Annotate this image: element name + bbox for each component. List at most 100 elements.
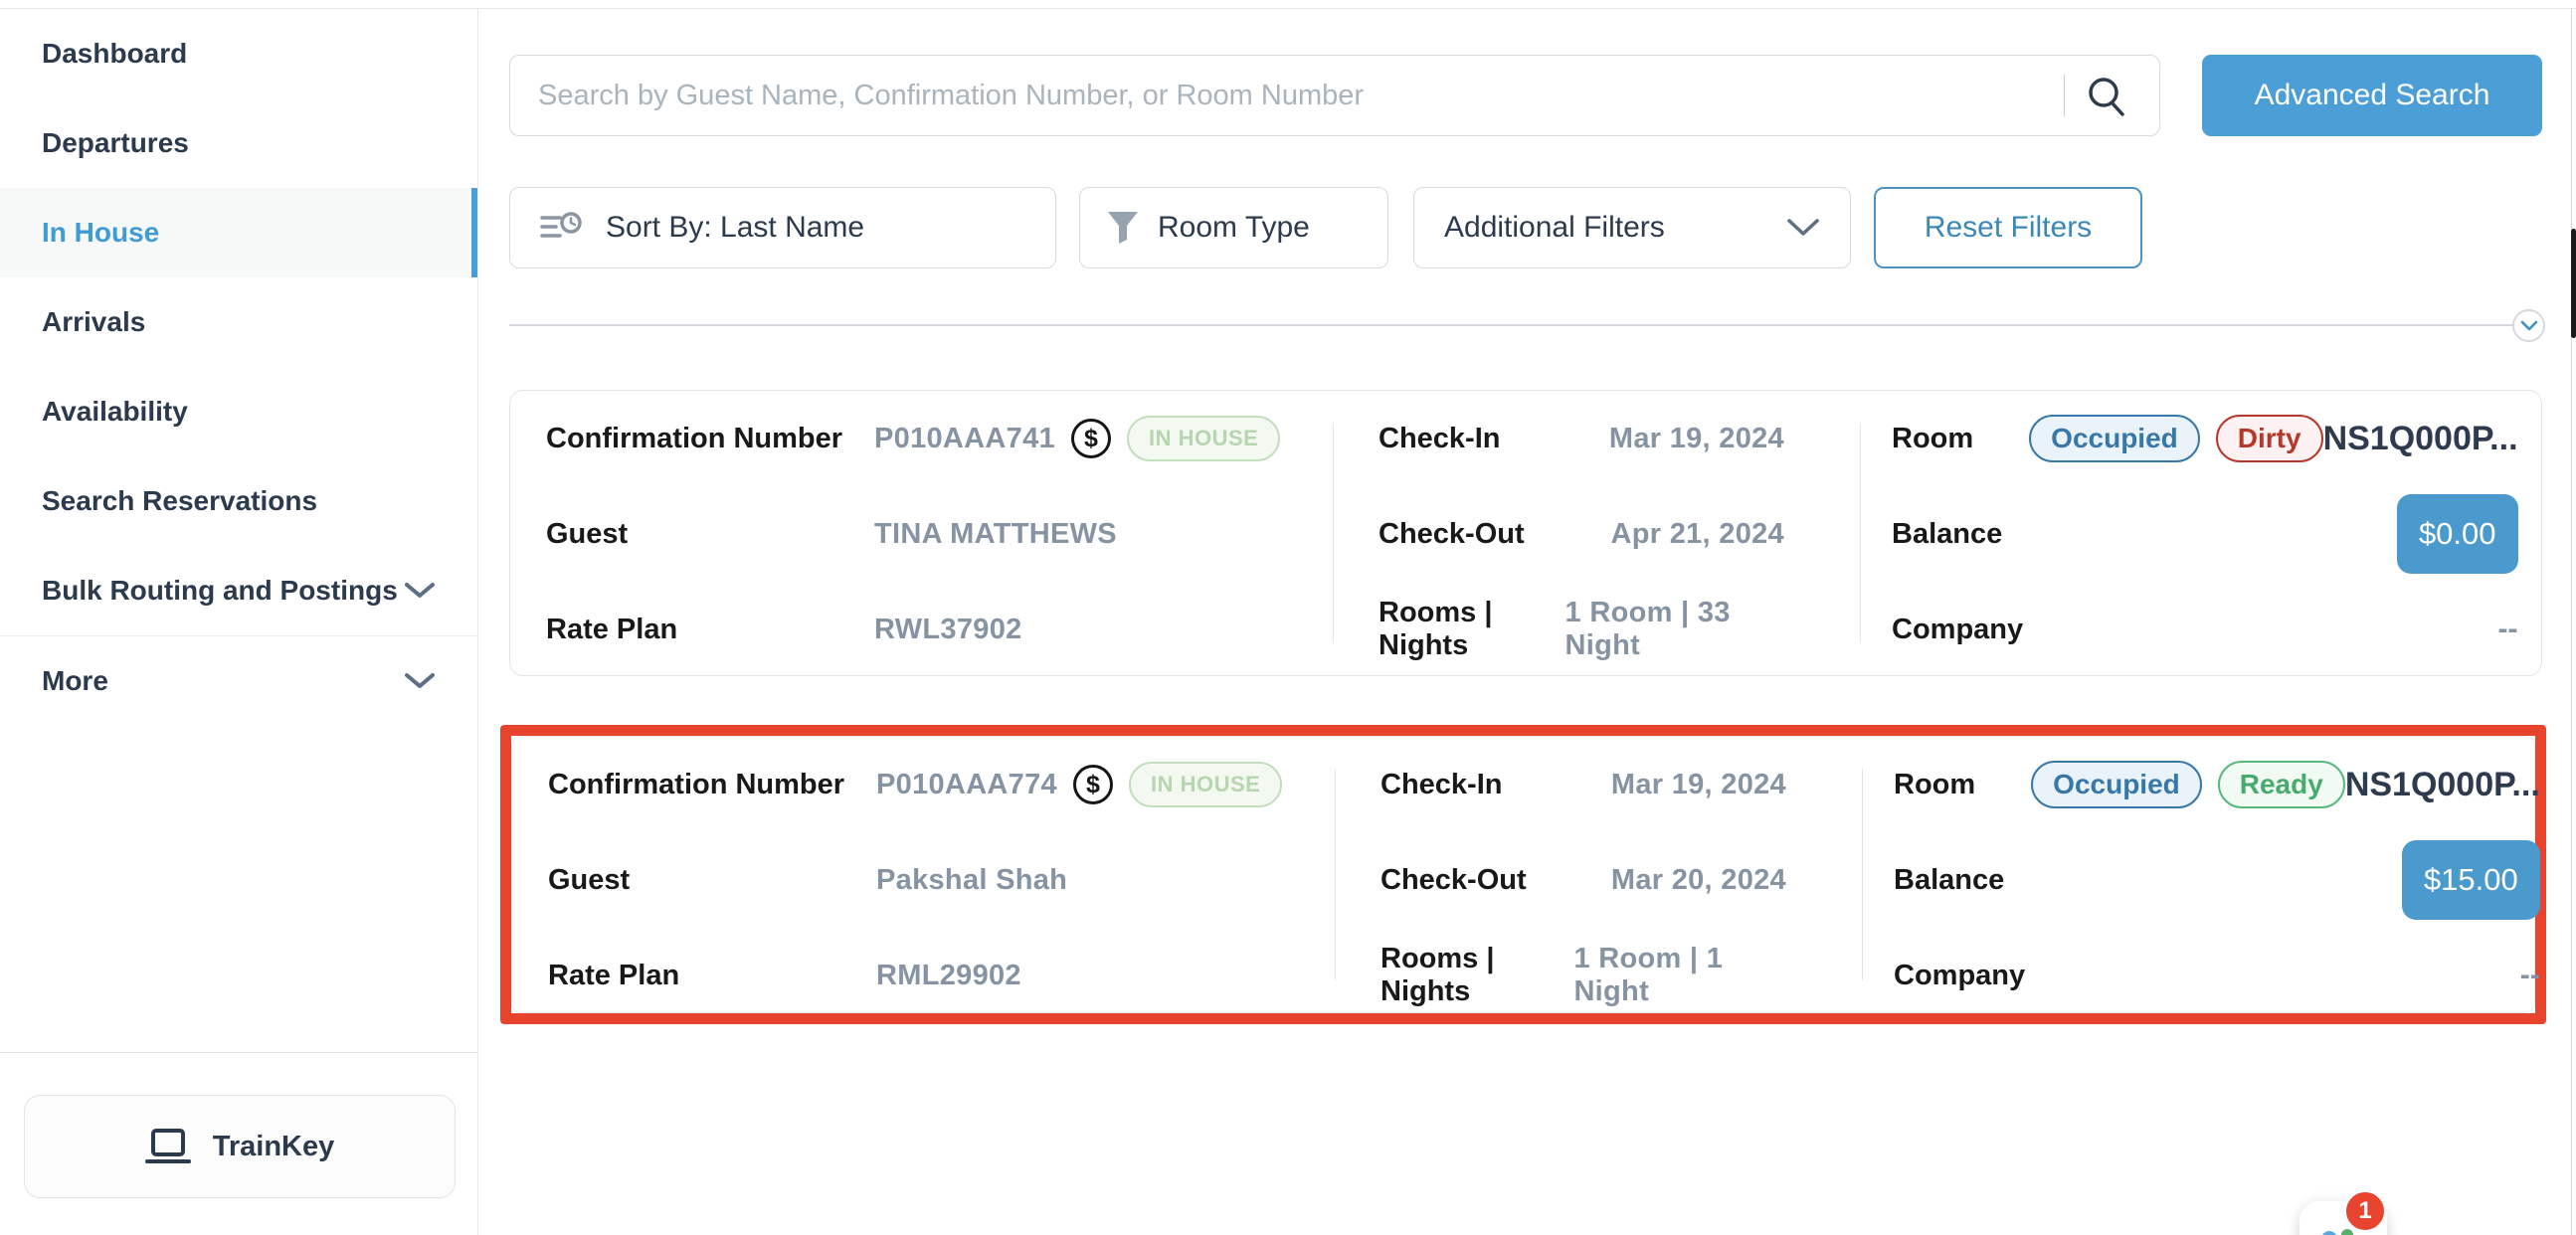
- scrollbar-thumb[interactable]: [2571, 229, 2576, 338]
- card-stay-column: Check-In Mar 19, 2024 Check-Out Mar 20, …: [1335, 737, 1862, 1023]
- sidebar-item-in-house[interactable]: In House: [0, 188, 477, 277]
- laptop-icon: [145, 1128, 191, 1165]
- sidebar-item-label: Availability: [42, 396, 188, 428]
- room-label: Room: [1892, 423, 1973, 455]
- funnel-icon: [1106, 210, 1140, 246]
- check-out-label: Check-Out: [1379, 518, 1525, 551]
- reservation-card[interactable]: Confirmation Number P010AAA741 $ IN HOUS…: [509, 390, 2542, 676]
- check-out-value: Apr 21, 2024: [1611, 518, 1785, 551]
- trainkey-button[interactable]: TrainKey: [24, 1095, 456, 1198]
- in-house-badge: IN HOUSE: [1129, 762, 1282, 807]
- search-icon[interactable]: [2085, 74, 2128, 117]
- room-type-filter-button[interactable]: Room Type: [1079, 187, 1388, 268]
- guest-label: Guest: [548, 864, 876, 897]
- balance-label: Balance: [1894, 864, 2004, 897]
- room-status-pill: Occupied: [2031, 761, 2202, 808]
- room-number: NS1Q000P...: [2323, 420, 2518, 458]
- sidebar-item-label: Search Reservations: [42, 485, 317, 517]
- sidebar-footer: TrainKey: [0, 1052, 477, 1235]
- check-in-label: Check-In: [1379, 423, 1500, 455]
- card-column-divider: [1860, 423, 1861, 643]
- confirmation-label: Confirmation Number: [546, 423, 874, 455]
- rooms-nights-value: 1 Room | 33 Night: [1565, 597, 1784, 662]
- section-divider: [509, 324, 2512, 326]
- search-divider: [2064, 75, 2065, 116]
- trainkey-label: TrainKey: [213, 1131, 335, 1163]
- guest-value: Pakshal Shah: [876, 864, 1067, 897]
- sidebar-item-label: Arrivals: [42, 306, 145, 338]
- sidebar: Dashboard Departures In House Arrivals A…: [0, 9, 478, 1235]
- sidebar-item-availability[interactable]: Availability: [0, 367, 477, 456]
- sidebar-item-label: More: [42, 665, 108, 697]
- room-type-label: Room Type: [1158, 211, 1310, 245]
- highlight-outline: Confirmation Number P010AAA774 $ IN HOUS…: [500, 725, 2546, 1024]
- card-column-divider: [1335, 769, 1336, 980]
- chevron-down-icon: [404, 582, 436, 600]
- check-out-value: Mar 20, 2024: [1611, 864, 1786, 897]
- company-value: --: [2520, 959, 2540, 992]
- guest-label: Guest: [546, 518, 874, 551]
- sidebar-item-departures[interactable]: Departures: [0, 98, 477, 188]
- sidebar-item-search-reservations[interactable]: Search Reservations: [0, 456, 477, 546]
- confirmation-label: Confirmation Number: [548, 769, 876, 801]
- housekeeping-status-pill: Dirty: [2216, 415, 2323, 462]
- rate-plan-label: Rate Plan: [546, 614, 874, 646]
- rooms-nights-label: Rooms | Nights: [1380, 943, 1573, 1008]
- chevron-down-icon: [404, 672, 436, 690]
- rate-plan-value: RWL37902: [874, 614, 1022, 646]
- company-label: Company: [1892, 614, 2023, 646]
- room-status-pill: Occupied: [2029, 415, 2200, 462]
- room-label: Room: [1894, 769, 1975, 801]
- sidebar-item-arrivals[interactable]: Arrivals: [0, 277, 477, 367]
- sidebar-item-label: In House: [42, 217, 159, 249]
- balance-chip[interactable]: $0.00: [2397, 494, 2518, 574]
- rooms-nights-label: Rooms | Nights: [1379, 597, 1565, 662]
- dollar-circle-icon[interactable]: $: [1071, 419, 1111, 458]
- balance-chip[interactable]: $15.00: [2402, 840, 2540, 920]
- card-room-column: Room Occupied Ready NS1Q000P... Balance …: [1862, 737, 2576, 1023]
- confirmation-value: P010AAA741: [874, 423, 1055, 455]
- card-guest-column: Confirmation Number P010AAA774 $ IN HOUS…: [512, 737, 1335, 1023]
- reservation-card-highlighted[interactable]: Confirmation Number P010AAA774 $ IN HOUS…: [511, 736, 2535, 1013]
- app-root: Dashboard Departures In House Arrivals A…: [0, 0, 2576, 1235]
- housekeeping-status-pill: Ready: [2218, 761, 2345, 808]
- check-out-label: Check-Out: [1380, 864, 1527, 897]
- confirmation-value: P010AAA774: [876, 769, 1057, 801]
- reset-filters-button[interactable]: Reset Filters: [1874, 187, 2142, 268]
- reset-filters-label: Reset Filters: [1925, 211, 2092, 245]
- guest-value: TINA MATTHEWS: [874, 518, 1117, 551]
- notification-badge[interactable]: 1: [2343, 1189, 2387, 1233]
- card-column-divider: [1333, 423, 1334, 643]
- card-stay-column: Check-In Mar 19, 2024 Check-Out Apr 21, …: [1333, 391, 1860, 677]
- advanced-search-button[interactable]: Advanced Search: [2202, 55, 2542, 136]
- search-bar: [509, 55, 2160, 136]
- sort-by-label: Sort By: Last Name: [606, 211, 864, 245]
- in-house-badge: IN HOUSE: [1127, 416, 1280, 461]
- rate-plan-value: RML29902: [876, 960, 1021, 992]
- sidebar-item-more[interactable]: More: [0, 636, 477, 726]
- company-value: --: [2498, 613, 2518, 646]
- card-room-column: Room Occupied Dirty NS1Q000P... Balance …: [1860, 391, 2554, 677]
- additional-filters-label: Additional Filters: [1444, 211, 1665, 245]
- company-label: Company: [1894, 960, 2025, 992]
- collapse-toggle-button[interactable]: [2512, 309, 2545, 342]
- card-guest-column: Confirmation Number P010AAA741 $ IN HOUS…: [510, 391, 1333, 677]
- sidebar-item-label: Dashboard: [42, 38, 187, 70]
- sort-by-button[interactable]: Sort By: Last Name: [509, 187, 1056, 268]
- dollar-circle-icon[interactable]: $: [1073, 765, 1113, 804]
- sidebar-item-dashboard[interactable]: Dashboard: [0, 9, 477, 98]
- scrollbar-track: [2571, 9, 2572, 1235]
- sidebar-item-label: Bulk Routing and Postings: [42, 575, 398, 607]
- sidebar-item-label: Departures: [42, 127, 189, 159]
- rooms-nights-value: 1 Room | 1 Night: [1573, 943, 1786, 1008]
- sidebar-item-bulk-routing[interactable]: Bulk Routing and Postings: [0, 546, 477, 635]
- check-in-label: Check-In: [1380, 769, 1502, 801]
- rate-plan-label: Rate Plan: [548, 960, 876, 992]
- chevron-down-icon: [1786, 218, 1820, 238]
- additional-filters-dropdown[interactable]: Additional Filters: [1413, 187, 1851, 268]
- sort-by-time-icon: [540, 210, 584, 246]
- room-number: NS1Q000P...: [2345, 766, 2540, 804]
- balance-label: Balance: [1892, 518, 2002, 551]
- check-in-value: Mar 19, 2024: [1611, 769, 1786, 801]
- search-input[interactable]: [509, 55, 2160, 136]
